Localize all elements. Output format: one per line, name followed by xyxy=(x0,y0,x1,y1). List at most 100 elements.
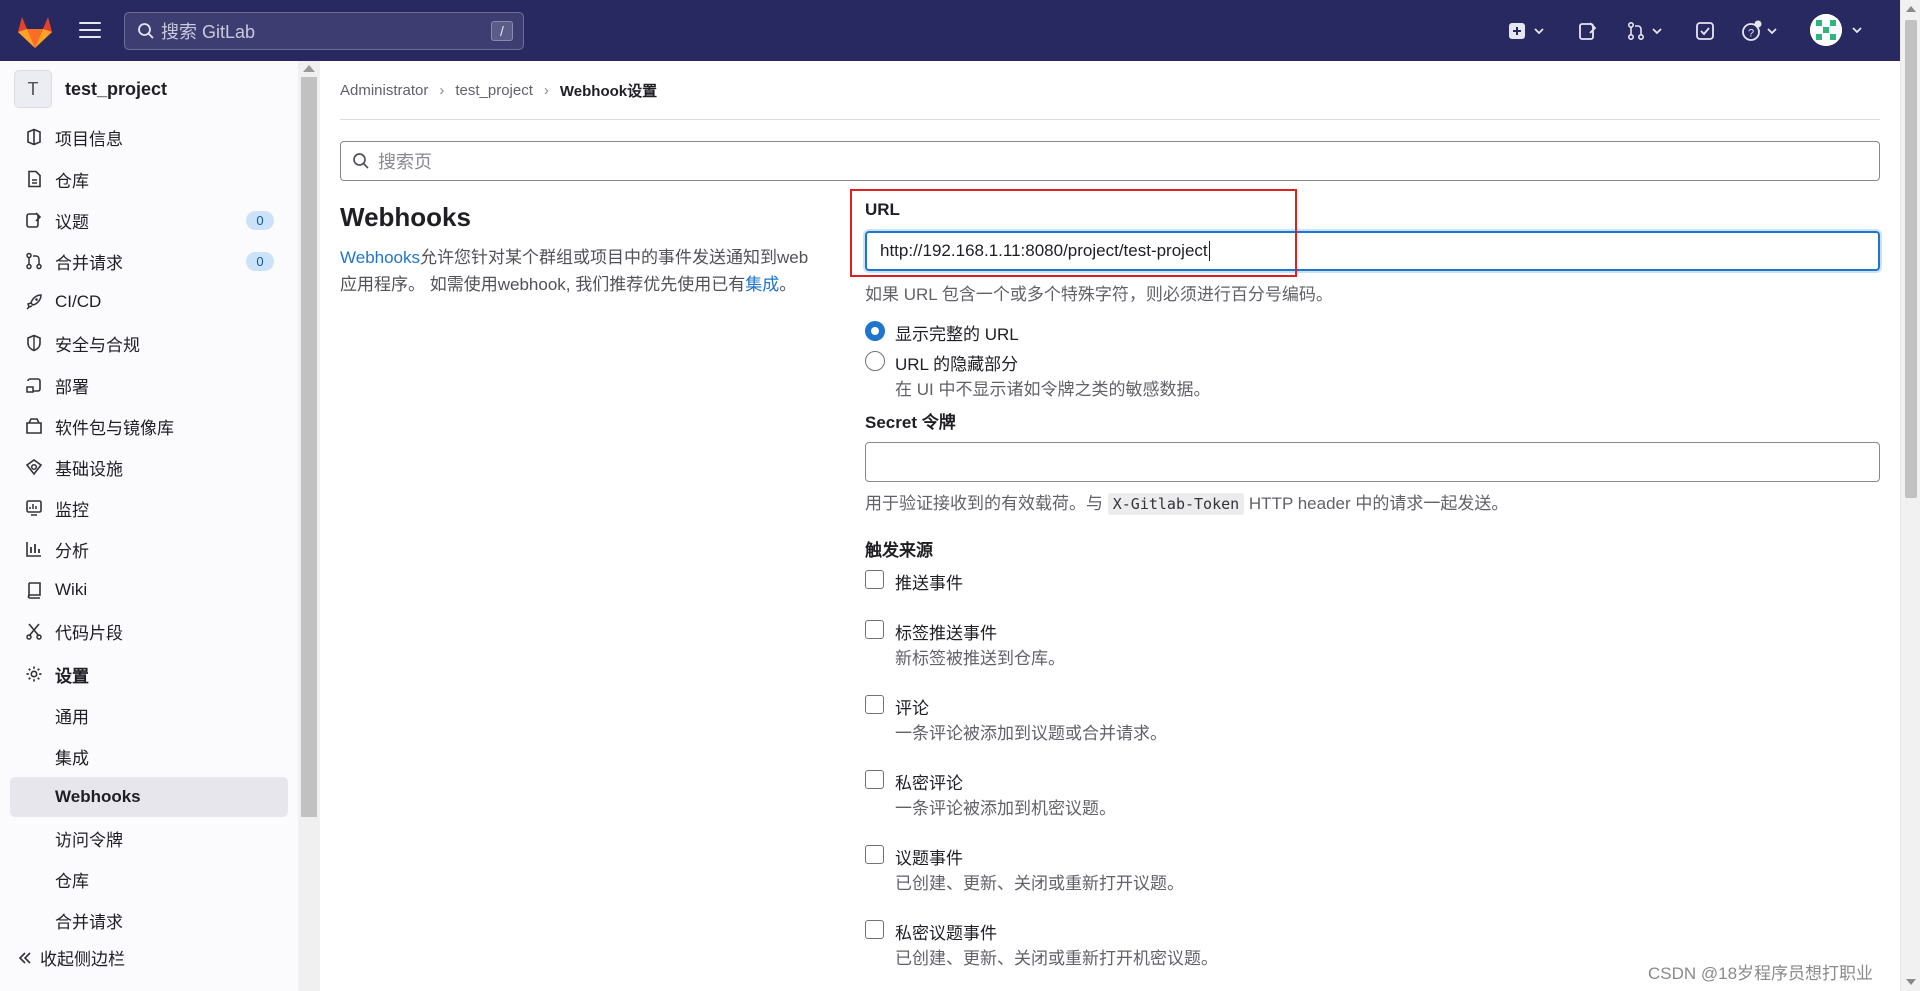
repository-icon xyxy=(24,169,44,189)
sidebar-item-label: 安全与合规 xyxy=(55,335,140,355)
breadcrumb-separator-icon: › xyxy=(439,82,445,99)
page-search-placeholder: 搜索页 xyxy=(378,152,432,172)
triggers-label: 触发来源 xyxy=(865,541,933,560)
divider xyxy=(340,119,1880,120)
merge-requests-count-badge: 0 xyxy=(246,252,274,271)
chevron-down-icon xyxy=(1852,27,1862,34)
webhooks-doc-link[interactable]: Webhooks xyxy=(340,248,420,267)
sidebar-item-label: 部署 xyxy=(55,377,89,397)
rocket-icon xyxy=(24,292,44,312)
search-placeholder: 搜索 GitLab xyxy=(161,22,256,42)
breadcrumb-item-administrator[interactable]: Administrator xyxy=(340,82,428,99)
deployments-icon xyxy=(24,375,44,395)
confidential-issues-events-label[interactable]: 私密议题事件 xyxy=(895,919,997,944)
tag-push-events-checkbox[interactable] xyxy=(865,620,884,639)
confidential-issues-events-checkbox[interactable] xyxy=(865,920,884,939)
sidebar-item-settings[interactable]: 设置 xyxy=(10,655,288,693)
sidebar-subitem-general[interactable]: 通用 xyxy=(10,695,288,735)
settings-icon xyxy=(24,664,44,684)
top-navbar: 搜索 GitLab / ? xyxy=(0,0,1920,61)
secret-token-input[interactable] xyxy=(865,442,1880,482)
issues-shortcut[interactable] xyxy=(1578,18,1598,44)
issues-events-checkbox[interactable] xyxy=(865,845,884,864)
project-info-icon xyxy=(24,127,44,147)
user-menu[interactable] xyxy=(1810,14,1864,46)
issues-events-label[interactable]: 议题事件 xyxy=(895,844,963,869)
mask-url-radio[interactable] xyxy=(865,351,885,371)
integrations-link[interactable]: 集成 xyxy=(745,275,779,294)
snippet-icon xyxy=(24,621,44,641)
sidebar-item-label: 软件包与镜像库 xyxy=(55,418,174,438)
sidebar-subitem-repository[interactable]: 仓库 xyxy=(10,859,288,899)
page-scrollbar[interactable] xyxy=(1900,0,1920,991)
confidential-comments-label[interactable]: 私密评论 xyxy=(895,769,963,794)
confidential-comments-help: 一条评论被添加到机密议题。 xyxy=(895,799,1116,818)
sidebar-item-issues[interactable]: 议题 0 xyxy=(10,201,288,239)
sidebar-item-snippets[interactable]: 代码片段 xyxy=(10,612,288,650)
comments-help: 一条评论被添加到议题或合并请求。 xyxy=(895,724,1167,743)
gitlab-logo-icon[interactable] xyxy=(15,12,55,50)
breadcrumb-item-project[interactable]: test_project xyxy=(455,82,533,99)
sidebar-item-analytics[interactable]: 分析 xyxy=(10,530,288,568)
double-chevron-left-icon xyxy=(18,951,31,964)
mask-url-label[interactable]: URL 的隐藏部分 xyxy=(895,350,1018,375)
url-help-text: 如果 URL 包含一个或多个特殊字符，则必须进行百分号编码。 xyxy=(865,285,1333,304)
watermark: CSDN @18岁程序员想打职业 xyxy=(1648,964,1874,983)
sidebar-subitem-integrations[interactable]: 集成 xyxy=(10,736,288,776)
svg-text:?: ? xyxy=(1748,28,1754,40)
project-header[interactable]: T test_project xyxy=(14,70,167,108)
push-events-checkbox[interactable] xyxy=(865,570,884,589)
sidebar-item-project-info[interactable]: 项目信息 xyxy=(10,118,288,156)
confidential-comments-checkbox[interactable] xyxy=(865,770,884,789)
url-label: URL xyxy=(865,200,900,219)
global-search-input[interactable]: 搜索 GitLab / xyxy=(124,12,524,50)
sidebar-item-ci-cd[interactable]: CI/CD xyxy=(10,283,288,321)
comments-checkbox[interactable] xyxy=(865,695,884,714)
sidebar-item-label: 代码片段 xyxy=(55,623,123,643)
sidebar-subitem-merge-requests[interactable]: 合并请求 xyxy=(10,900,288,940)
show-full-url-label[interactable]: 显示完整的 URL xyxy=(895,320,1019,345)
sidebar-item-security[interactable]: 安全与合规 xyxy=(10,324,288,362)
sidebar-item-label: 分析 xyxy=(55,541,89,561)
sidebar-item-packages[interactable]: 软件包与镜像库 xyxy=(10,407,288,445)
sidebar-item-label: 合并请求 xyxy=(55,253,123,273)
issues-events-help: 已创建、更新、关闭或重新打开议题。 xyxy=(895,874,1184,893)
comments-label[interactable]: 评论 xyxy=(895,694,929,719)
sidebar-scrollbar[interactable] xyxy=(298,61,320,991)
sidebar-item-label: CI/CD xyxy=(55,292,102,311)
merge-requests-dropdown[interactable] xyxy=(1626,18,1664,44)
page-title: Webhooks xyxy=(340,202,471,232)
sidebar-item-monitor[interactable]: 监控 xyxy=(10,489,288,527)
breadcrumb-separator-icon: › xyxy=(543,82,549,99)
sidebar-item-label: 项目信息 xyxy=(55,129,123,149)
text-caret xyxy=(1208,241,1210,261)
secret-help-text: 用于验证接收到的有效载荷。与 xyxy=(865,494,1103,513)
sidebar-item-infrastructure[interactable]: 基础设施 xyxy=(10,448,288,486)
url-input[interactable]: http://192.168.1.11:8080/project/test-pr… xyxy=(865,231,1880,271)
page-search-input[interactable]: 搜索页 xyxy=(340,141,1880,181)
sidebar-item-merge-requests[interactable]: 合并请求 0 xyxy=(10,242,288,280)
sidebar-subitem-access-tokens[interactable]: 访问令牌 xyxy=(10,818,288,858)
tag-push-events-label[interactable]: 标签推送事件 xyxy=(895,619,997,644)
sidebar-item-wiki[interactable]: Wiki xyxy=(10,571,288,609)
help-dropdown[interactable]: ? xyxy=(1741,18,1779,44)
sidebar-item-label: 仓库 xyxy=(55,171,89,191)
chevron-down-icon xyxy=(1534,28,1544,35)
sidebar-subitem-webhooks[interactable]: Webhooks xyxy=(10,777,288,817)
sidebar-item-deployments[interactable]: 部署 xyxy=(10,366,288,404)
menu-icon[interactable] xyxy=(78,19,102,41)
collapse-sidebar-button[interactable]: 收起侧边栏 xyxy=(18,945,125,970)
todos-shortcut[interactable] xyxy=(1695,18,1715,44)
package-icon xyxy=(24,416,44,436)
push-events-label[interactable]: 推送事件 xyxy=(895,569,963,594)
search-shortcut-key: / xyxy=(491,21,513,41)
sidebar-item-repository[interactable]: 仓库 xyxy=(10,160,288,198)
create-new-dropdown[interactable] xyxy=(1508,18,1546,44)
avatar xyxy=(1810,14,1842,46)
show-full-url-radio[interactable] xyxy=(865,321,885,341)
secret-token-help: 用于验证接收到的有效载荷。与 X-Gitlab-Token HTTP heade… xyxy=(865,489,1508,515)
breadcrumb-current[interactable]: Webhook设置 xyxy=(560,80,657,101)
search-icon xyxy=(353,153,369,169)
breadcrumb: Administrator › test_project › Webhook设置 xyxy=(340,80,657,101)
sidebar-item-label: 议题 xyxy=(55,212,89,232)
